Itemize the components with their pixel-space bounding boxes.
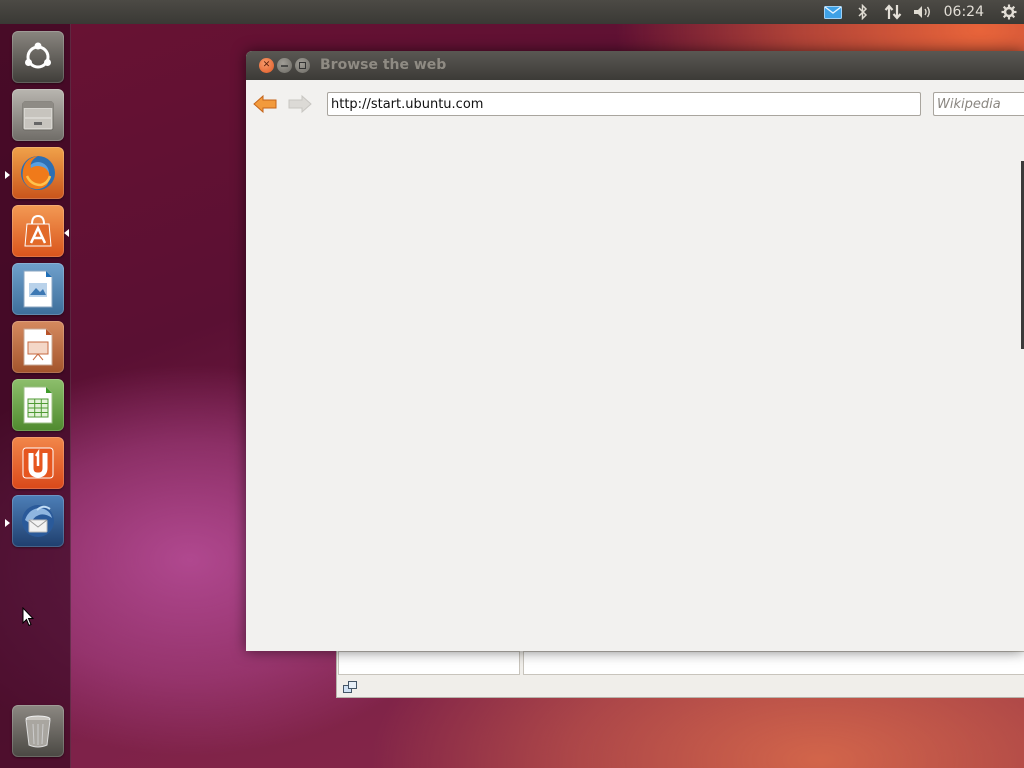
url-input[interactable]: http://start.ubuntu.com: [327, 92, 921, 116]
launcher-item-files[interactable]: [12, 89, 64, 141]
file-cabinet-icon: [22, 101, 54, 131]
browser-toolbar: http://start.ubuntu.com Wikipedia: [246, 80, 1024, 128]
mouse-cursor-icon: [22, 607, 34, 627]
launcher-item-trash[interactable]: [12, 705, 64, 757]
indicator-area: 06:24: [818, 0, 1024, 24]
network-status-icon: [343, 681, 357, 693]
close-icon: ✕: [262, 60, 271, 70]
maximize-icon: [299, 62, 306, 69]
volume-icon[interactable]: [908, 0, 938, 24]
ubuntu-logo-icon: [25, 42, 51, 69]
clock[interactable]: 06:24: [938, 4, 994, 20]
close-button[interactable]: ✕: [259, 58, 274, 73]
launcher-item-software-center[interactable]: [12, 205, 64, 257]
window-title: Browse the web: [320, 57, 447, 73]
background-field[interactable]: [338, 651, 520, 675]
firefox-icon: [21, 156, 55, 190]
minimize-button[interactable]: [277, 58, 292, 73]
maximize-button[interactable]: [295, 58, 310, 73]
search-input[interactable]: Wikipedia: [933, 92, 1024, 116]
launcher-item-writer[interactable]: [12, 263, 64, 315]
focused-indicator: [64, 229, 69, 237]
browser-window: ✕ Browse the web http://start.ubuntu.com…: [246, 51, 1024, 651]
launcher-item-calc[interactable]: [12, 379, 64, 431]
thunderbird-icon: [22, 505, 54, 537]
launcher-item-firefox[interactable]: [12, 147, 64, 199]
presentation-icon: [23, 328, 53, 366]
launcher: [0, 24, 71, 768]
shopping-bag-icon: [24, 214, 52, 247]
running-indicator: [5, 519, 10, 527]
network-icon[interactable]: [878, 0, 908, 24]
arrow-left-icon[interactable]: [252, 93, 278, 115]
trash-icon: [25, 715, 51, 748]
background-field[interactable]: [523, 651, 1024, 675]
launcher-item-ubuntu-one[interactable]: [12, 437, 64, 489]
running-indicator: [5, 171, 10, 179]
arrow-right-icon[interactable]: [287, 93, 313, 115]
top-panel: 06:24: [0, 0, 1024, 24]
bluetooth-icon[interactable]: [848, 0, 878, 24]
spreadsheet-icon: [23, 386, 53, 424]
document-icon: [23, 270, 53, 308]
page-content[interactable]: [246, 128, 1024, 651]
launcher-item-dash-home[interactable]: [12, 31, 64, 83]
launcher-item-impress[interactable]: [12, 321, 64, 373]
launcher-item-thunderbird[interactable]: [12, 495, 64, 547]
mail-icon[interactable]: [818, 0, 848, 24]
minimize-icon: [281, 65, 288, 67]
window-titlebar[interactable]: ✕ Browse the web: [246, 51, 1024, 80]
gear-icon[interactable]: [994, 0, 1024, 24]
ubuntu-one-icon: [22, 447, 54, 479]
